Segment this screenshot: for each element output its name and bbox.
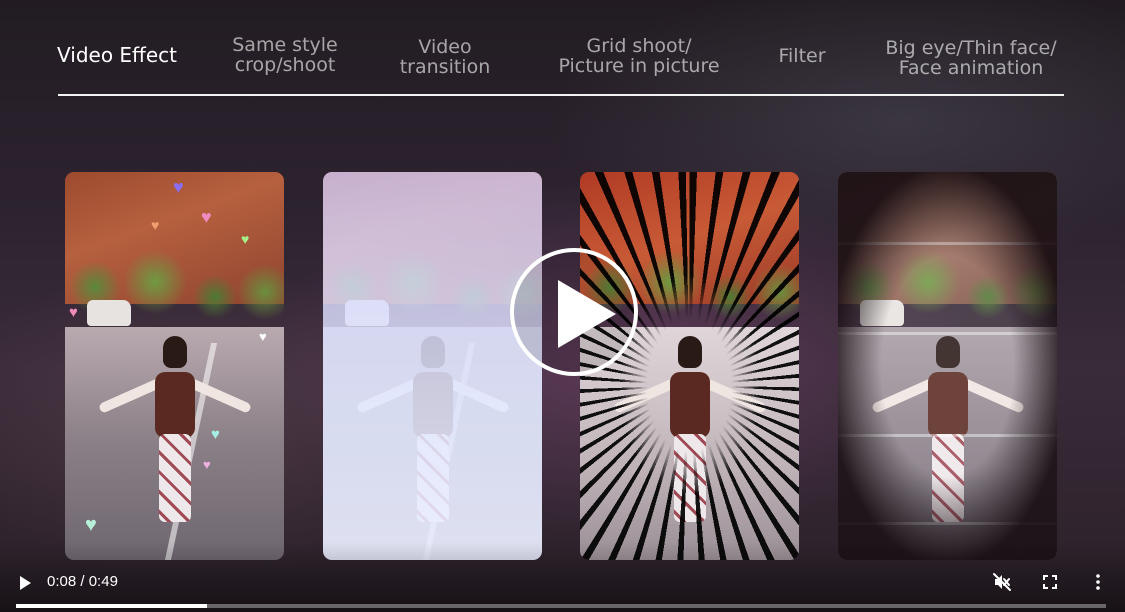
mute-button[interactable] xyxy=(992,572,1012,592)
tab-label: Grid shoot/ xyxy=(586,35,692,57)
person-legs xyxy=(158,434,191,522)
progress-bar[interactable] xyxy=(16,604,1106,608)
effect-preview-hearts: ♥ ♥ ♥ ♥ ♥ ♥ ♥ ♥ ♥ xyxy=(65,172,284,560)
preview-scene xyxy=(65,172,284,560)
tab-label: Same style xyxy=(232,34,338,56)
scene-person xyxy=(95,332,255,542)
heart-icon: ♥ xyxy=(241,231,250,247)
tab-underline xyxy=(58,94,1064,96)
tab-label: Video xyxy=(418,36,472,58)
tab-label: crop/shoot xyxy=(234,54,336,76)
controls-bar xyxy=(0,542,1125,612)
scene-car xyxy=(87,300,131,326)
tab-label: Video Effect xyxy=(57,43,177,67)
heart-icon: ♥ xyxy=(69,304,78,321)
effect-tabs: Video Effect Same style crop/shoot Video… xyxy=(0,0,1125,100)
person-head xyxy=(162,336,187,368)
time-display: 0:08 / 0:49 xyxy=(47,573,118,591)
more-options-button[interactable] xyxy=(1088,572,1108,592)
vignette-overlay xyxy=(838,172,1057,560)
tab-video-effect[interactable]: Video Effect xyxy=(46,45,188,65)
duration: 0:49 xyxy=(88,573,118,590)
more-vertical-icon xyxy=(1096,574,1100,590)
person-backpack xyxy=(154,372,195,438)
heart-icon: ♥ xyxy=(211,426,220,443)
speed-lines-overlay xyxy=(580,172,799,560)
progress-fill xyxy=(16,604,207,608)
tab-face-animation[interactable]: Big eye/Thin face/ Face animation xyxy=(866,38,1076,78)
light-fade-overlay xyxy=(323,172,542,560)
tab-label: Big eye/Thin face/ xyxy=(885,37,1057,59)
effect-preview-vignette xyxy=(838,172,1057,560)
current-time: 0:08 xyxy=(47,573,77,590)
tab-label: Picture in picture xyxy=(558,55,720,77)
heart-icon: ♥ xyxy=(203,457,211,472)
fullscreen-button[interactable] xyxy=(1040,572,1060,592)
effect-preview-light-fade xyxy=(323,172,542,560)
heart-icon: ♥ xyxy=(151,217,160,233)
volume-muted-icon xyxy=(993,573,1011,591)
heart-icon: ♥ xyxy=(85,514,97,536)
heart-icon: ♥ xyxy=(201,207,212,227)
tab-label: Face animation xyxy=(898,57,1044,79)
big-play-button[interactable] xyxy=(510,248,638,376)
play-circle-icon xyxy=(558,280,616,348)
play-button[interactable] xyxy=(17,575,33,591)
tab-label: Filter xyxy=(778,45,826,67)
effect-preview-speed-lines xyxy=(580,172,799,560)
tab-video-transition[interactable]: Video transition xyxy=(375,37,515,77)
play-icon xyxy=(20,576,31,590)
time-separator: / xyxy=(76,573,89,590)
heart-icon: ♥ xyxy=(173,177,184,197)
tab-label: transition xyxy=(399,56,491,78)
tab-filter[interactable]: Filter xyxy=(760,46,844,66)
heart-icon: ♥ xyxy=(259,329,267,344)
tab-same-style-crop-shoot[interactable]: Same style crop/shoot xyxy=(210,35,360,75)
video-player[interactable]: Video Effect Same style crop/shoot Video… xyxy=(0,0,1125,612)
tab-grid-shoot-pip[interactable]: Grid shoot/ Picture in picture xyxy=(540,36,738,76)
fullscreen-icon xyxy=(1043,575,1057,589)
